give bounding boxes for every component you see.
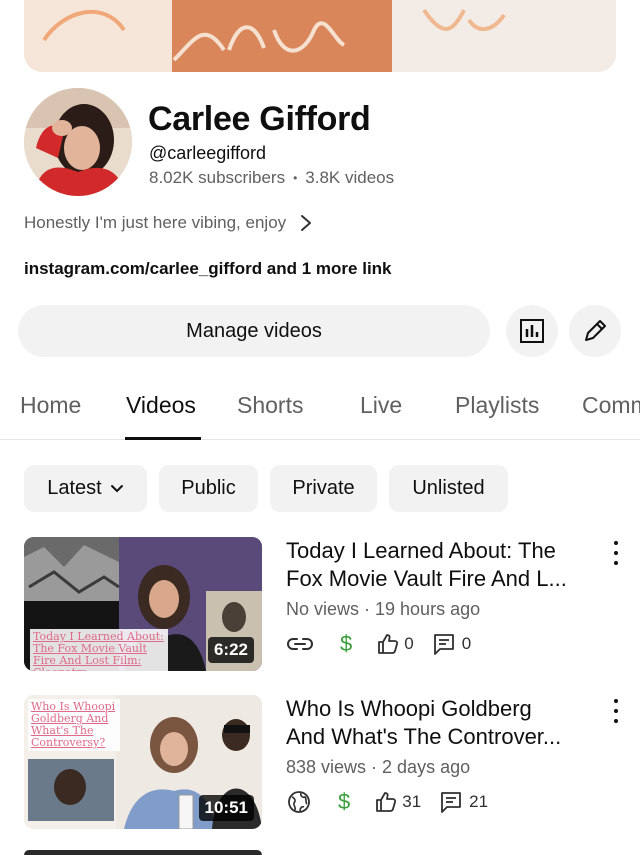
video-title[interactable]: Today I Learned About: The Fox Movie Vau… — [286, 537, 596, 593]
video-thumbnail[interactable]: Who Is Whoopi Goldberg And What's The Co… — [24, 695, 262, 829]
monetization-icon: $ — [338, 789, 351, 814]
video-duration: 6:22 — [207, 637, 254, 663]
video-item[interactable]: Today I Learned About: The Fox Movie Vau… — [0, 535, 640, 675]
channel-tabs: Home Videos Shorts Live Playlists Comm — [0, 378, 640, 440]
globe-icon — [286, 789, 312, 815]
comment-icon — [439, 790, 463, 814]
video-thumbnail[interactable]: Today I Learned About: The Fox Movie Vau… — [24, 537, 262, 671]
like-count: 31 — [402, 792, 422, 811]
description-text: Honestly I'm just here vibing, enjoy — [24, 213, 287, 232]
chevron-down-icon — [110, 484, 123, 492]
video-title[interactable]: Who Is Whoopi Goldberg And What's The Co… — [286, 695, 596, 751]
filter-chip-private[interactable]: Private — [270, 465, 377, 512]
banner-script-art — [42, 8, 506, 62]
video-title-line2: Fox Movie Vault Fire And L... — [286, 566, 567, 591]
chevron-right-icon — [301, 215, 312, 231]
comment-count: 0 — [461, 634, 472, 653]
tab-home[interactable]: Home — [20, 392, 81, 419]
filter-chip-public[interactable]: Public — [159, 465, 258, 512]
video-title-line2: And What's The Controver... — [286, 724, 562, 749]
monetization-icon: $ — [340, 631, 353, 656]
channel-links[interactable]: instagram.com/carlee_gifford and 1 more … — [24, 259, 392, 279]
comment-icon — [432, 632, 456, 656]
comment-count: 21 — [469, 792, 489, 811]
filter-chip-unlisted[interactable]: Unlisted — [389, 465, 508, 512]
subscriber-count: 8.02K subscribers — [149, 168, 286, 187]
video-title-line1: Who Is Whoopi Goldberg — [286, 696, 532, 721]
active-tab-indicator — [125, 437, 201, 440]
channel-stats: 8.02K subscribers • 3.8K videos — [149, 168, 394, 188]
video-stats-row: $ 0 0 — [286, 631, 471, 657]
more-options-icon[interactable] — [610, 699, 622, 723]
link-icon — [286, 634, 314, 654]
tab-playlists[interactable]: Playlists — [455, 392, 539, 419]
thumbnail-overlay-text: Who Is Whoopi Goldberg And What's The Co… — [28, 699, 120, 751]
tab-community[interactable]: Comm — [582, 392, 640, 419]
video-item[interactable]: Who Is Whoopi Goldberg And What's The Co… — [0, 693, 640, 833]
video-meta: No views · 19 hours ago — [286, 599, 481, 619]
more-options-icon[interactable] — [610, 541, 622, 565]
analytics-icon — [520, 319, 544, 343]
channel-avatar[interactable] — [24, 88, 132, 196]
analytics-button[interactable] — [506, 305, 558, 357]
like-icon — [376, 632, 400, 656]
channel-handle: @carleegifford — [149, 143, 266, 163]
video-title-line1: Today I Learned About: The — [286, 538, 556, 563]
filter-latest-label: Latest — [47, 477, 102, 499]
channel-description[interactable]: Honestly I'm just here vibing, enjoy — [24, 213, 312, 233]
tab-live[interactable]: Live — [360, 392, 402, 419]
thumbnail-overlay-text: Today I Learned About: The Fox Movie Vau… — [30, 629, 168, 671]
avatar-photo — [24, 88, 132, 196]
like-icon — [374, 790, 398, 814]
stats-separator: • — [293, 171, 298, 185]
video-duration: 10:51 — [198, 795, 254, 821]
edit-channel-button[interactable] — [569, 305, 621, 357]
video-count: 3.8K videos — [305, 168, 395, 187]
next-video-thumbnail-edge — [24, 850, 262, 855]
tab-videos[interactable]: Videos — [126, 392, 196, 419]
manage-videos-button[interactable]: Manage videos — [18, 305, 490, 357]
pencil-icon — [585, 320, 606, 341]
video-stats-row: $ 31 21 — [286, 789, 488, 815]
like-count: 0 — [404, 634, 414, 653]
video-meta: 838 views · 2 days ago — [286, 757, 471, 777]
filter-chip-latest[interactable]: Latest — [24, 465, 147, 512]
channel-name: Carlee Gifford — [148, 100, 371, 138]
tab-shorts[interactable]: Shorts — [237, 392, 303, 419]
channel-banner — [24, 0, 616, 72]
